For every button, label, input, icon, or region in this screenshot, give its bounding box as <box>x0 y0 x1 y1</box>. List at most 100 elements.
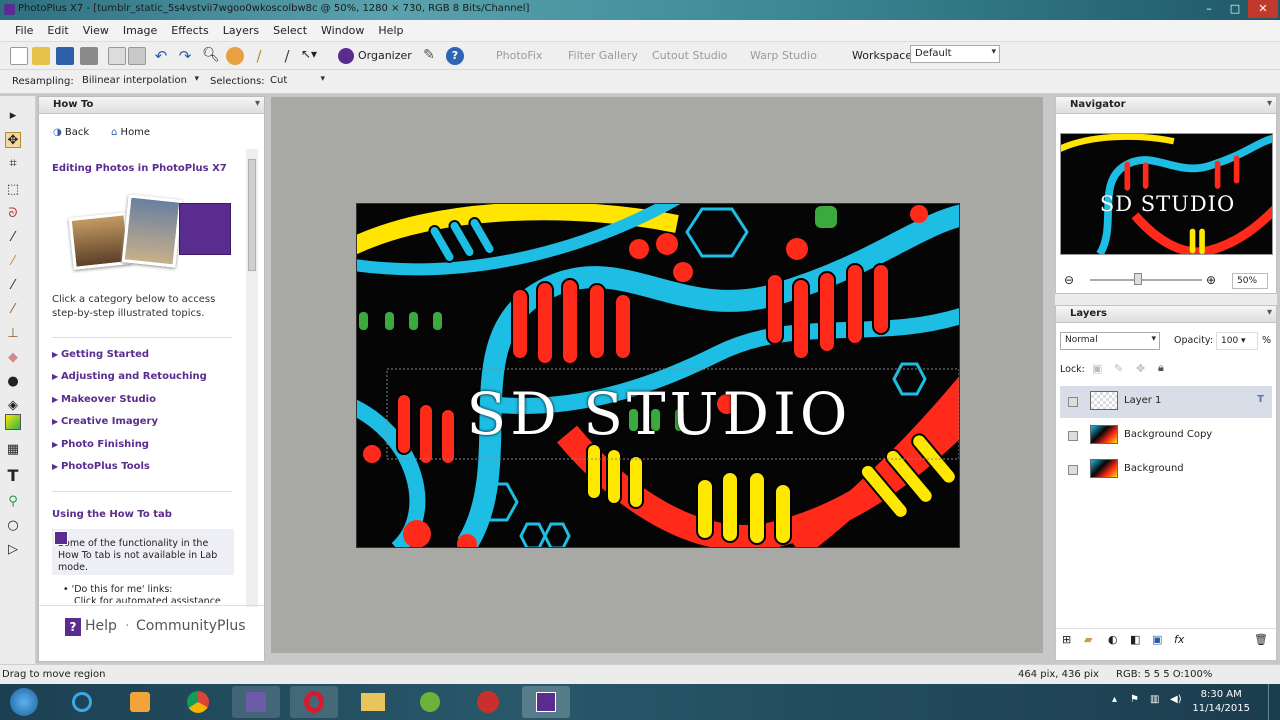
tray-network-icon[interactable]: ▥ <box>1150 694 1159 705</box>
undo-icon[interactable]: ↶ <box>152 47 170 65</box>
fill-tool-icon[interactable]: ◈ <box>5 398 21 414</box>
menu-view[interactable]: View <box>76 20 116 37</box>
new-layer-icon[interactable]: ⊞ <box>1062 633 1071 646</box>
show-desktop-button[interactable] <box>1268 684 1280 720</box>
category-tools[interactable]: PhotoPlus Tools <box>52 461 150 472</box>
lock-pixels-icon[interactable]: ✎ <box>1114 362 1123 375</box>
menu-effects[interactable]: Effects <box>164 20 215 37</box>
panel-menu-icon[interactable]: ▾ <box>1267 98 1272 109</box>
layer-properties-icon[interactable]: ▣ <box>1152 633 1162 646</box>
menu-image[interactable]: Image <box>116 20 164 37</box>
text-tool-icon[interactable]: T <box>5 468 21 484</box>
tray-arrow-icon[interactable]: ▴ <box>1112 694 1117 705</box>
redo-icon[interactable]: ↷ <box>176 47 194 65</box>
zoom-slider-thumb[interactable] <box>1134 273 1142 285</box>
brush-icon[interactable]: / <box>250 47 268 65</box>
system-clock[interactable]: 8:30 AM 11/14/2015 <box>1192 688 1250 716</box>
taskbar-utorrent-icon[interactable] <box>406 686 454 718</box>
home-button[interactable]: ⌂ Home <box>111 127 150 138</box>
wizard-icon[interactable]: ✎ <box>420 47 438 65</box>
navigator-preview[interactable]: SD STUDIO <box>1060 133 1273 255</box>
category-adjusting[interactable]: Adjusting and Retouching <box>52 371 207 382</box>
menu-select[interactable]: Select <box>266 20 314 37</box>
adjustment-layer-icon[interactable]: ◐ <box>1108 633 1118 646</box>
back-button[interactable]: ◑ Back <box>53 127 89 138</box>
panel-menu-icon[interactable]: ▾ <box>255 98 260 109</box>
shape-tool-icon[interactable]: ○ <box>5 518 21 534</box>
workspace-select[interactable]: Default <box>910 45 1000 63</box>
category-makeover[interactable]: Makeover Studio <box>52 394 156 405</box>
pen-tool-icon[interactable]: ⚲ <box>5 494 21 510</box>
new-file-icon[interactable] <box>10 47 28 65</box>
canvas-text[interactable]: SD STUDIO <box>357 380 959 448</box>
selection-tool-icon[interactable]: ⬚ <box>5 182 21 198</box>
burn-tool-icon[interactable]: ● <box>5 374 21 390</box>
panel-menu-icon[interactable]: ▾ <box>1267 307 1272 318</box>
help-link[interactable]: Help <box>85 618 117 634</box>
blend-mode-select[interactable]: Normal <box>1060 332 1160 350</box>
visibility-toggle[interactable] <box>1068 397 1078 407</box>
opacity-field[interactable]: 100 ▾ <box>1216 332 1258 350</box>
menu-file[interactable]: File <box>8 20 40 37</box>
layer-row[interactable]: Background <box>1060 454 1272 486</box>
taskbar-ie-icon[interactable] <box>58 686 106 718</box>
howto-scrollbar[interactable] <box>246 149 258 607</box>
gradient-tool-icon[interactable] <box>5 414 21 430</box>
lock-transparency-icon[interactable]: ▣ <box>1092 362 1102 375</box>
lock-all-icon[interactable]: 🔒︎ <box>1158 361 1164 375</box>
crop-tool-icon[interactable]: ⌗ <box>5 156 21 172</box>
tray-flag-icon[interactable]: ⚑ <box>1130 694 1139 705</box>
taskbar-opera-icon[interactable] <box>290 686 338 718</box>
zoom-slider[interactable] <box>1090 279 1202 281</box>
zoom-out-icon[interactable]: ⊖ <box>1064 273 1074 287</box>
zoom-field[interactable]: 50% <box>1232 273 1268 289</box>
category-creative[interactable]: Creative Imagery <box>52 416 158 427</box>
save-icon[interactable] <box>56 47 74 65</box>
lock-position-icon[interactable]: ✥ <box>1136 362 1145 375</box>
visibility-toggle[interactable] <box>1068 431 1078 441</box>
image-canvas[interactable]: SD STUDIO <box>356 203 960 548</box>
layer-row[interactable]: Background Copy <box>1060 420 1272 452</box>
tray-volume-icon[interactable]: ◀) <box>1170 694 1182 705</box>
warp-studio-button[interactable]: Warp Studio <box>750 49 817 62</box>
menu-window[interactable]: Window <box>314 20 371 37</box>
red-eye-icon[interactable] <box>226 47 244 65</box>
picture-brush-icon[interactable]: ▦ <box>5 442 21 458</box>
zoom-in-icon[interactable]: ⊕ <box>1206 273 1216 287</box>
cutout-studio-button[interactable]: Cutout Studio <box>652 49 728 62</box>
filter-gallery-button[interactable]: Filter Gallery <box>568 49 638 62</box>
lasso-tool-icon[interactable]: ᘐ <box>5 206 21 222</box>
photofix-button[interactable]: PhotoFix <box>496 49 542 62</box>
menu-edit[interactable]: Edit <box>40 20 75 37</box>
visibility-toggle[interactable] <box>1068 465 1078 475</box>
menu-help[interactable]: Help <box>371 20 410 37</box>
paste-icon[interactable] <box>128 47 146 65</box>
taskbar-app-icon[interactable] <box>232 686 280 718</box>
color-picker-icon[interactable]: ⁄ <box>5 278 21 294</box>
community-link[interactable]: CommunityPlus <box>136 618 246 634</box>
copy-icon[interactable] <box>108 47 126 65</box>
taskbar-chrome-icon[interactable] <box>174 686 222 718</box>
resampling-select[interactable]: Bilinear interpolation <box>78 73 202 91</box>
pointer-icon[interactable]: ↖▾ <box>300 47 318 65</box>
help-icon[interactable]: ? <box>446 47 464 65</box>
delete-layer-icon[interactable]: 🗑︎ <box>1254 633 1268 646</box>
new-group-icon[interactable]: ▰ <box>1084 633 1092 646</box>
zoom-icon[interactable]: 🔍︎ <box>202 47 220 65</box>
organizer-icon[interactable] <box>338 48 354 64</box>
clone-tool-icon[interactable]: ⊥ <box>5 326 21 342</box>
taskbar-explorer-icon[interactable] <box>348 686 396 718</box>
effects-icon[interactable]: fx <box>1174 633 1184 646</box>
mask-icon[interactable]: ◧ <box>1130 633 1140 646</box>
taskbar-recorder-icon[interactable] <box>464 686 512 718</box>
open-folder-icon[interactable] <box>32 47 50 65</box>
selections-select[interactable]: Cut <box>266 73 328 91</box>
maximize-button[interactable]: □ <box>1222 0 1248 18</box>
move-tool-icon[interactable]: ▸ <box>5 108 21 124</box>
taskbar-media-icon[interactable] <box>116 686 164 718</box>
paintbrush-icon[interactable]: ⁄ <box>5 302 21 318</box>
organizer-button[interactable]: Organizer <box>358 49 412 62</box>
deform-tool-icon[interactable]: ✥ <box>5 132 21 148</box>
pen-icon[interactable]: / <box>278 47 296 65</box>
category-getting-started[interactable]: Getting Started <box>52 349 149 360</box>
